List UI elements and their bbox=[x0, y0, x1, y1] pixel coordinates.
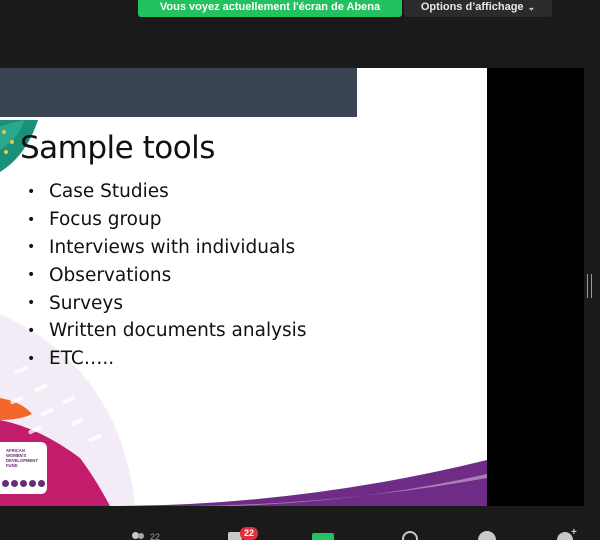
view-options-label: Options d’affichage bbox=[420, 1, 524, 13]
social-icon bbox=[2, 480, 9, 487]
presentation-slide: Sample tools • Case Studies • Focus group … bbox=[0, 68, 487, 506]
slide-header-bar bbox=[0, 68, 357, 117]
bullet-icon: • bbox=[27, 183, 36, 200]
social-icons bbox=[2, 480, 45, 487]
logo-text: AFRICAN WOMEN'S DEVELOPMENT FUND bbox=[6, 448, 38, 468]
chevron-down-icon: ⌄ bbox=[527, 2, 536, 12]
social-icon bbox=[20, 480, 27, 487]
reactions-icon[interactable] bbox=[478, 531, 496, 540]
meeting-toolbar: 22 + bbox=[0, 526, 600, 540]
awdf-logo: AFRICAN WOMEN'S DEVELOPMENT FUND bbox=[0, 442, 47, 494]
bullet-item: • Case Studies bbox=[27, 181, 169, 203]
bullet-item: • Focus group bbox=[27, 209, 162, 231]
bullet-icon: • bbox=[27, 350, 36, 367]
record-icon[interactable] bbox=[402, 531, 418, 540]
purple-wave bbox=[110, 460, 487, 506]
bullet-icon: • bbox=[27, 322, 36, 339]
shared-screen: Sample tools • Case Studies • Focus group … bbox=[0, 68, 584, 506]
chat-badge: 22 bbox=[240, 527, 259, 540]
view-options-button[interactable]: Options d’affichage ⌄ bbox=[404, 0, 552, 17]
bullet-icon: • bbox=[27, 211, 36, 228]
bullet-item: • ETC….. bbox=[27, 348, 115, 370]
bullet-list: • Case Studies • Focus group • Interviews w… bbox=[27, 178, 306, 373]
bullet-icon: • bbox=[27, 267, 36, 284]
bullet-item: • Interviews with individuals bbox=[27, 236, 296, 258]
social-icon bbox=[38, 480, 45, 487]
bullet-icon: • bbox=[27, 295, 36, 312]
slide-title: Sample tools bbox=[20, 130, 215, 166]
screen-share-banner: Vous voyez actuellement l'écran de Abena bbox=[138, 0, 402, 17]
bullet-item: • Observations bbox=[27, 264, 172, 286]
bullet-item: • Surveys bbox=[27, 292, 123, 314]
social-icon bbox=[29, 480, 36, 487]
social-icon bbox=[11, 480, 18, 487]
participant-count: 22 bbox=[150, 532, 161, 540]
split-view-handle[interactable] bbox=[587, 274, 592, 298]
bullet-icon: • bbox=[27, 239, 36, 256]
add-icon: + bbox=[571, 527, 577, 538]
bullet-item: • Written documents analysis bbox=[27, 320, 307, 342]
share-screen-icon[interactable] bbox=[312, 533, 334, 540]
